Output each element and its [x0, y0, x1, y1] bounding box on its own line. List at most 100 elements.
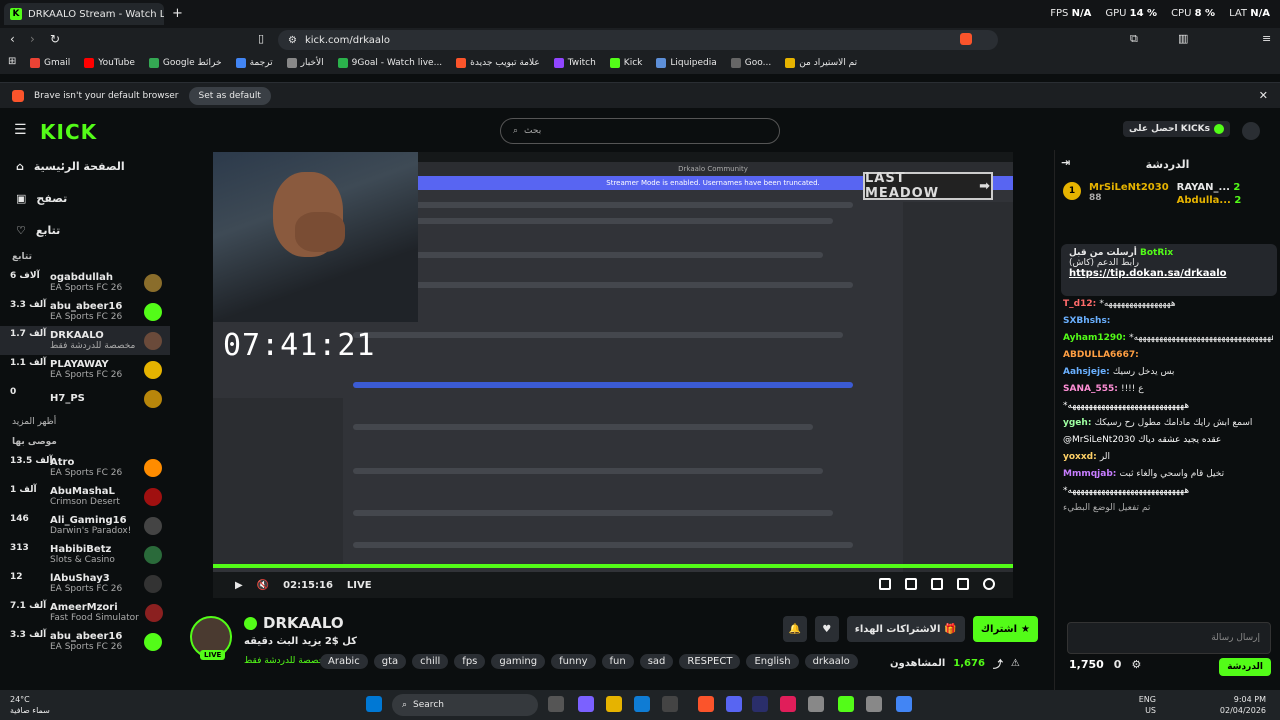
bookmark-gmail[interactable]: Gmail: [30, 58, 70, 68]
show-more-link[interactable]: أظهر المزيد: [0, 413, 170, 431]
url-field[interactable]: ⚙ kick.com/drkaalo: [278, 30, 998, 50]
bookmark-goo[interactable]: Goo...: [730, 58, 771, 68]
clip-icon[interactable]: [905, 578, 917, 590]
steam-icon[interactable]: [866, 696, 882, 712]
pinned-link[interactable]: https://tip.dokan.sa/drkaalo: [1069, 268, 1227, 279]
search-input[interactable]: ⌕ بحث: [500, 118, 780, 144]
progress-bar[interactable]: [213, 564, 1013, 568]
settings-gear-icon[interactable]: [983, 578, 995, 590]
share-icon[interactable]: ⤴: [993, 656, 1003, 671]
nav-browse[interactable]: ▣ تصفح: [0, 182, 170, 214]
chat-settings-icon[interactable]: ⚙: [1131, 658, 1141, 671]
copilot-icon[interactable]: [578, 696, 594, 712]
close-notice-icon[interactable]: ✕: [1259, 89, 1268, 102]
kick-taskbar-icon[interactable]: [838, 696, 854, 712]
user-avatar[interactable]: [1242, 122, 1260, 140]
chat-username[interactable]: Mmmqjab:: [1063, 469, 1120, 479]
tag-chip[interactable]: English: [746, 654, 799, 669]
bookmark-liquipedia[interactable]: Liquipedia: [656, 58, 717, 68]
channel-item[interactable]: 313 HabibiBetz Slots & Casino: [0, 540, 170, 569]
bookmark-icon[interactable]: ▯: [258, 32, 264, 45]
bookmark-kick[interactable]: Kick: [609, 58, 642, 68]
weather-widget[interactable]: 24°C سماء صافية: [10, 694, 50, 716]
mute-icon[interactable]: 🔇: [257, 580, 269, 591]
browser-tab[interactable]: K DRKAALO Stream - Watch Live o ✕: [4, 3, 164, 25]
chat-username[interactable]: T_d12:: [1063, 299, 1099, 309]
tag-chip[interactable]: fun: [601, 654, 634, 669]
sidebar-toggle-icon[interactable]: ▥: [1178, 32, 1188, 45]
notification-bell-button[interactable]: 🔔: [782, 616, 807, 642]
kick-logo[interactable]: KICK: [40, 120, 97, 144]
extensions-icon[interactable]: ⧉: [1130, 32, 1138, 46]
channel-item[interactable]: 1.1 آلف PLAYAWAY EA Sports FC 26: [0, 355, 170, 384]
tag-chip[interactable]: Arabic: [320, 654, 368, 669]
set-default-button[interactable]: Set as default: [188, 86, 271, 105]
get-kicks-button[interactable]: احصل على KICKs: [1123, 121, 1230, 137]
back-icon[interactable]: ‹: [10, 32, 15, 46]
bookmark-youtube[interactable]: YouTube: [84, 58, 135, 68]
chat-username[interactable]: Aahsjeje:: [1063, 367, 1113, 377]
follow-heart-button[interactable]: ♥: [814, 616, 839, 642]
discord-taskbar-icon[interactable]: [726, 696, 742, 712]
chat-input[interactable]: إرسال رسالة: [1067, 622, 1271, 654]
streamer-name[interactable]: DRKAALO: [263, 614, 344, 632]
channel-item[interactable]: 12 lAbuShay3 EA Sports FC 26: [0, 569, 170, 598]
send-chat-button[interactable]: الدردشة: [1219, 658, 1271, 676]
forward-icon[interactable]: ›: [30, 32, 35, 46]
bookmark-9goal[interactable]: 9Goal - Watch live...: [337, 58, 442, 68]
brave-taskbar-icon[interactable]: [698, 696, 714, 712]
bookmark-translate[interactable]: ترجمة: [235, 58, 273, 68]
windows-start-icon[interactable]: [366, 696, 382, 712]
channel-item[interactable]: 7.1 آلف AmeerMzori Fast Food Simulator: [0, 598, 170, 627]
play-icon[interactable]: ▶: [235, 580, 243, 591]
channel-item[interactable]: 1.7 آلف DRKAALO مخصصة للدردشة فقط: [0, 326, 170, 355]
channel-item[interactable]: 13.5 آلف Atro EA Sports FC 26: [0, 453, 170, 482]
report-icon[interactable]: ⚠: [1011, 658, 1020, 669]
leader-2-name[interactable]: RAYAN_...: [1177, 182, 1230, 193]
app-icon[interactable]: [808, 696, 824, 712]
chrome-icon[interactable]: [896, 696, 912, 712]
nav-home[interactable]: ⌂ الصفحة الرئيسية: [0, 150, 170, 182]
chat-username[interactable]: yoxxd:: [1063, 452, 1100, 462]
stream-category[interactable]: مخصصة للدردشة فقط: [244, 656, 329, 666]
channel-item[interactable]: 146 Ali_Gaming16 Darwin's Paradox!: [0, 511, 170, 540]
system-tray[interactable]: ENG US 9:04 PM 02/04/2026: [1139, 694, 1266, 716]
channel-item[interactable]: 0 H7_PS: [0, 384, 170, 413]
channel-item[interactable]: 6 آلاف ogabdullah EA Sports FC 26: [0, 268, 170, 297]
bookmark-new-tab[interactable]: علامة تبويب جديدة: [456, 58, 540, 68]
app-icon[interactable]: [780, 696, 796, 712]
bookmark-imported[interactable]: تم الاستيراد من: [785, 58, 857, 68]
menu-icon[interactable]: ≡: [1262, 32, 1271, 45]
tag-chip[interactable]: fps: [454, 654, 486, 669]
nav-following[interactable]: ♡ تتابع: [0, 214, 170, 246]
file-explorer-icon[interactable]: [606, 696, 622, 712]
miniplayer-icon[interactable]: [931, 578, 943, 590]
chat-username[interactable]: ygeh:: [1063, 418, 1095, 428]
chat-username[interactable]: Ayham1290:: [1063, 333, 1129, 343]
tag-chip[interactable]: gta: [373, 654, 407, 669]
tag-chip[interactable]: gaming: [491, 654, 546, 669]
tag-chip[interactable]: funny: [551, 654, 596, 669]
collapse-chat-icon[interactable]: ⇥: [1061, 156, 1070, 169]
leader-1-name[interactable]: MrSiLeNt2030: [1089, 182, 1169, 193]
new-tab-icon[interactable]: +: [172, 6, 183, 21]
chat-username[interactable]: ABDULLA6667:: [1063, 350, 1139, 360]
task-view-icon[interactable]: [548, 696, 564, 712]
channel-item[interactable]: 3.3 آلف abu_abeer16 EA Sports FC 26: [0, 297, 170, 326]
chat-username[interactable]: SXBhshs:: [1063, 316, 1110, 326]
video-player[interactable]: Drkaalo Community Streamer Mode is enabl…: [213, 152, 1013, 598]
reload-icon[interactable]: ↻: [50, 32, 60, 46]
subscribe-button[interactable]: اشتراك ★: [972, 616, 1038, 642]
bookmark-twitch[interactable]: Twitch: [553, 58, 596, 68]
channel-item[interactable]: 3.3 آلف abu_abeer16 EA Sports FC 26: [0, 627, 170, 656]
tag-chip[interactable]: RESPECT: [679, 654, 741, 669]
tag-chip[interactable]: sad: [639, 654, 674, 669]
taskbar-search[interactable]: ⌕ Search: [392, 694, 538, 716]
brave-shields-icon[interactable]: [960, 33, 972, 45]
bookmark-google-maps[interactable]: Google خرائط: [148, 58, 222, 68]
hamburger-menu-icon[interactable]: ☰: [14, 122, 27, 138]
site-info-icon[interactable]: ⚙: [288, 35, 297, 46]
channel-item[interactable]: 1 آلف AbuMashaL Crimson Desert: [0, 482, 170, 511]
tag-chip[interactable]: drkaalo: [804, 654, 858, 669]
edge-icon[interactable]: [634, 696, 650, 712]
